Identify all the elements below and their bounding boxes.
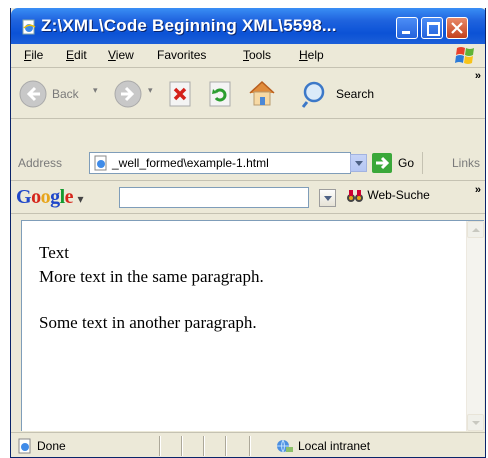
menu-favorites-label: avorites — [164, 48, 207, 62]
paragraph-1: Text More text in the same paragraph. — [39, 241, 264, 289]
document-body: Text More text in the same paragraph. So… — [39, 241, 264, 357]
stop-button[interactable] — [168, 81, 194, 110]
home-icon — [249, 80, 275, 106]
close-button[interactable] — [446, 17, 468, 39]
address-input[interactable]: _well_formed\example-1.html — [89, 152, 351, 174]
refresh-icon — [209, 81, 231, 107]
menu-edit-label: dit — [74, 48, 87, 62]
menu-help-label: elp — [307, 48, 324, 62]
status-text: Done — [37, 439, 66, 453]
menu-file[interactable]: File — [24, 48, 43, 62]
status-sep-3 — [203, 436, 205, 456]
address-bar: Address _well_formed\example-1.html Go L… — [11, 149, 485, 179]
toolbar-more-chevron[interactable]: » — [475, 70, 481, 82]
forward-button[interactable]: ▾ — [114, 80, 153, 111]
menu-help-mnemonic: H — [299, 48, 308, 62]
google-logo-e: e — [64, 186, 74, 208]
google-search-input[interactable] — [119, 187, 309, 208]
intranet-globe-icon — [277, 439, 293, 454]
google-logo[interactable]: Google ▾ — [16, 186, 84, 209]
web-search-button[interactable]: Web-Suche — [346, 188, 430, 204]
web-search-label: Web-Suche — [367, 188, 430, 203]
page-content: Text More text in the same paragraph. So… — [21, 220, 484, 431]
back-label: Back — [52, 87, 79, 101]
page-done-icon — [18, 438, 31, 454]
vertical-scrollbar[interactable] — [466, 221, 484, 431]
scroll-up-button[interactable] — [467, 221, 484, 238]
minimize-button[interactable] — [396, 17, 418, 39]
home-button[interactable] — [246, 78, 278, 111]
status-sep-4 — [225, 436, 227, 456]
menu-view[interactable]: View — [108, 48, 134, 62]
windows-flag-icon — [455, 47, 474, 64]
status-sep-2 — [181, 436, 183, 456]
address-value: _well_formed\example-1.html — [112, 156, 269, 170]
close-icon — [451, 22, 463, 34]
google-logo-g2: g — [50, 186, 60, 208]
refresh-button[interactable] — [208, 81, 234, 110]
scroll-down-button[interactable] — [467, 414, 484, 431]
menu-edit-mnemonic: E — [66, 48, 75, 62]
google-toolbar: Google ▾ Web-Suche » — [11, 180, 485, 214]
forward-arrow-icon — [114, 80, 142, 108]
search-icon — [301, 81, 325, 108]
menu-view-mnemonic: V — [108, 48, 116, 62]
links-label[interactable]: Links — [452, 156, 480, 170]
google-logo-g: G — [16, 186, 32, 208]
go-label[interactable]: Go — [398, 156, 414, 170]
standard-toolbar: Back ▾ ▾ Search » — [11, 68, 485, 119]
paragraph-1-line-1: Text — [39, 243, 69, 262]
google-logo-o2: o — [40, 186, 51, 208]
back-dropdown-icon[interactable]: ▾ — [93, 85, 98, 96]
status-sep-1 — [159, 436, 161, 456]
address-separator — [422, 152, 423, 174]
page-icon — [94, 155, 107, 171]
window-title: Z:\XML\Code Beginning XML\5598... — [41, 16, 337, 35]
status-sep-5 — [249, 436, 251, 456]
menu-favorites[interactable]: Favorites — [157, 48, 206, 62]
paragraph-1-line-2: More text in the same paragraph. — [39, 267, 264, 286]
menu-help[interactable]: Help — [299, 48, 324, 62]
binoculars-icon — [347, 190, 363, 202]
forward-dropdown-icon[interactable]: ▾ — [148, 85, 153, 96]
status-bar: Done Local intranet — [11, 432, 485, 457]
menu-tools[interactable]: Tools — [243, 48, 271, 62]
ie-page-icon — [22, 19, 36, 35]
google-menu-icon[interactable]: ▾ — [78, 192, 84, 206]
google-search-dropdown[interactable] — [319, 189, 336, 207]
address-dropdown-button[interactable] — [350, 154, 367, 172]
menu-bar: File Edit View Favorites Tools Help — [11, 44, 485, 68]
google-logo-o1: o — [31, 186, 41, 208]
menu-file-label: ile — [31, 48, 44, 62]
stop-icon — [169, 81, 191, 107]
zone-text: Local intranet — [298, 439, 371, 453]
menu-tools-label: ools — [249, 48, 272, 62]
search-label: Search — [336, 87, 375, 101]
menu-view-label: iew — [115, 48, 134, 62]
title-bar[interactable]: Z:\XML\Code Beginning XML\5598... — [11, 8, 485, 44]
go-arrow-icon[interactable] — [372, 153, 392, 173]
back-arrow-icon — [19, 80, 47, 108]
menu-edit[interactable]: Edit — [66, 48, 87, 62]
address-label: Address — [18, 156, 63, 170]
paragraph-2-line-1: Some text in another paragraph. — [39, 313, 257, 332]
maximize-button[interactable] — [421, 17, 443, 39]
google-more-chevron[interactable]: » — [475, 184, 481, 196]
paragraph-2: Some text in another paragraph. — [39, 311, 264, 335]
browser-window: Z:\XML\Code Beginning XML\5598... File E… — [10, 8, 486, 458]
